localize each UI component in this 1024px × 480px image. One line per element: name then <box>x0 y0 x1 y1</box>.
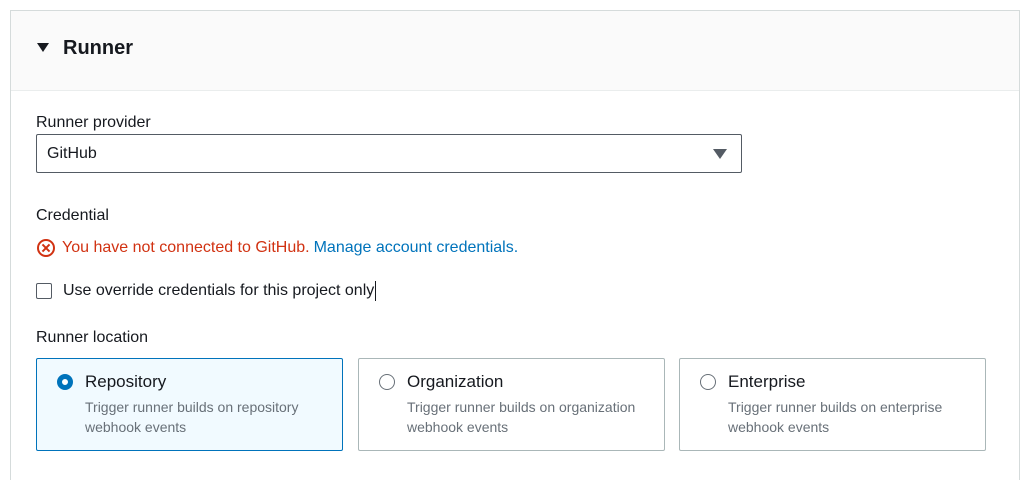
runner-location-label: Runner location <box>36 329 149 346</box>
dropdown-caret-icon <box>713 149 727 159</box>
override-credentials-row[interactable]: Use override credentials for this projec… <box>36 281 377 301</box>
location-tile-repository[interactable]: Repository Trigger runner builds on repo… <box>36 358 343 451</box>
radio-enterprise[interactable] <box>700 374 716 390</box>
panel-header[interactable]: Runner <box>11 11 1019 91</box>
credential-label: Credential <box>36 207 109 224</box>
location-tile-enterprise[interactable]: Enterprise Trigger runner builds on ente… <box>679 358 986 451</box>
manage-credentials-link[interactable]: Manage account credentials. <box>314 239 519 257</box>
radio-repository[interactable] <box>57 374 73 390</box>
tile-description-organization: Trigger runner builds on organization we… <box>407 399 636 435</box>
text-cursor <box>375 281 377 301</box>
override-credentials-label[interactable]: Use override credentials for this projec… <box>63 281 374 301</box>
override-credentials-checkbox[interactable] <box>36 283 52 299</box>
runner-provider-value: GitHub <box>47 145 97 162</box>
tile-title-repository: Repository <box>85 372 167 391</box>
panel-title[interactable]: Runner <box>63 35 133 61</box>
caret-down-icon[interactable] <box>37 43 49 52</box>
tile-title-enterprise: Enterprise <box>728 372 806 391</box>
error-circle-x-icon <box>37 239 55 257</box>
credential-error-message: You have not connected to GitHub. Manage… <box>37 237 518 259</box>
tile-description-repository: Trigger runner builds on repository webh… <box>85 399 299 435</box>
location-tile-organization[interactable]: Organization Trigger runner builds on or… <box>358 358 665 451</box>
credential-error-text: You have not connected to GitHub. <box>62 239 310 256</box>
runner-provider-label: Runner provider <box>36 114 151 131</box>
radio-organization[interactable] <box>379 374 395 390</box>
tile-title-organization: Organization <box>407 372 504 391</box>
runner-provider-select[interactable]: GitHub <box>36 134 742 173</box>
tile-description-enterprise: Trigger runner builds on enterprise webh… <box>728 399 943 435</box>
